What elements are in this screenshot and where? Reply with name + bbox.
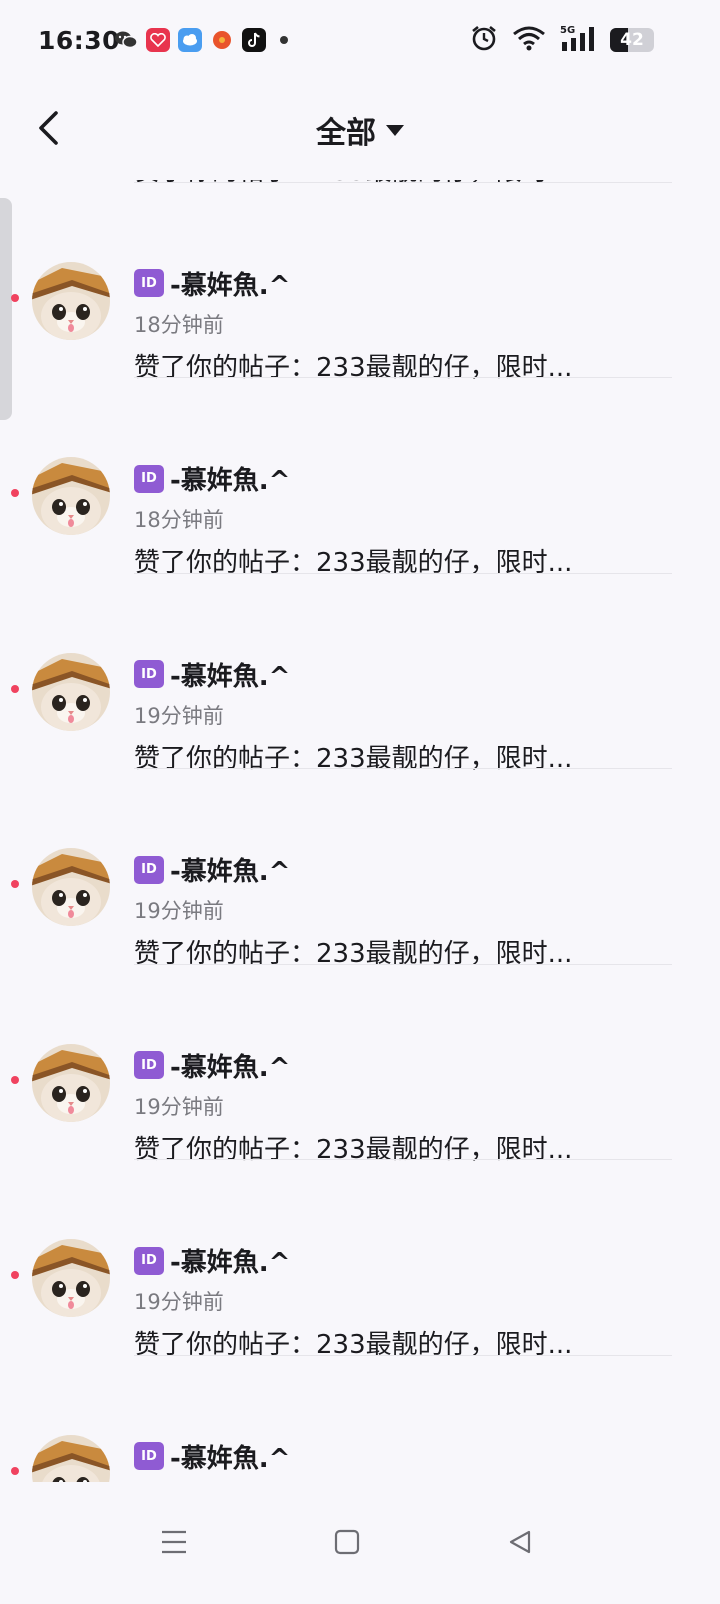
avatar[interactable] <box>32 457 110 535</box>
notification-item[interactable]: ID -慕姩魚.^ 19分钟前 赞了你的帖子：233最靓的仔，限时... <box>0 1160 720 1360</box>
id-badge-icon: ID <box>134 269 164 297</box>
time-ago: 19分钟前 <box>134 703 224 728</box>
unread-dot <box>11 684 19 693</box>
unread-dot <box>11 293 19 302</box>
filter-dropdown[interactable]: 全部 <box>316 108 404 152</box>
time-ago: 19分钟前 <box>134 899 224 923</box>
notification-list-content: ID-慕姩魚.^赞了你的帖子：233最靓的仔，限时...ID-慕姩魚.^18分钟… <box>0 180 720 1482</box>
user-name: -慕姩魚.^ <box>170 857 291 887</box>
avatar[interactable] <box>32 1434 110 1482</box>
wechat-icon <box>114 28 138 52</box>
notification-item[interactable]: ID -慕姩魚.^ 19分钟前 赞了你的帖子：233最靓的仔，限时... <box>0 769 720 969</box>
blue-app-icon <box>178 28 202 52</box>
unread-dot <box>11 489 19 497</box>
user-name-row[interactable]: ID -慕姩魚.^ <box>134 851 290 888</box>
avatar[interactable] <box>32 261 110 340</box>
home-button[interactable] <box>325 1520 369 1564</box>
user-name-row[interactable]: ID -慕姩魚.^ <box>134 1438 290 1475</box>
svg-text:5G: 5G <box>560 25 575 36</box>
avatar[interactable] <box>32 652 110 731</box>
id-badge-icon: ID <box>134 855 164 884</box>
status-bar: 16:30 5G 42 <box>0 0 720 80</box>
back-triangle-icon <box>509 1530 531 1554</box>
notification-list[interactable]: ID-慕姩魚.^赞了你的帖子：233最靓的仔，限时...ID-慕姩魚.^18分钟… <box>0 180 720 1482</box>
alarm-icon <box>470 24 498 56</box>
unread-dot <box>11 1271 19 1279</box>
back-nav-button[interactable] <box>498 1520 542 1564</box>
title-wrap: 全部 <box>0 108 720 152</box>
user-name: -慕姩魚.^ <box>170 270 291 301</box>
header: 全部 <box>0 80 720 180</box>
id-badge-icon: ID <box>134 1246 164 1275</box>
system-icons: 5G <box>470 24 596 56</box>
time-ago: 19分钟前 <box>134 1290 224 1314</box>
notification-item[interactable]: ID -慕姩魚.^ <box>0 1356 720 1482</box>
user-name-row[interactable]: ID -慕姩魚.^ <box>134 1242 290 1279</box>
system-nav-bar <box>0 1482 720 1604</box>
battery-level: 42 <box>620 30 644 50</box>
tiktok-icon <box>242 28 266 52</box>
notification-icons <box>114 28 288 52</box>
user-name: -慕姩魚.^ <box>170 1443 291 1474</box>
user-name-row[interactable]: ID -慕姩魚.^ <box>134 656 290 693</box>
page-title: 全部 <box>316 116 376 151</box>
wifi-icon <box>512 25 546 55</box>
battery-indicator: 42 <box>610 28 654 52</box>
user-name-row[interactable]: ID -慕姩魚.^ <box>134 460 290 497</box>
user-name-row[interactable]: ID -慕姩魚.^ <box>134 1047 290 1084</box>
home-square-icon <box>334 1529 360 1555</box>
user-name: -慕姩魚.^ <box>170 1052 291 1083</box>
menu-button[interactable] <box>152 1520 196 1564</box>
avatar[interactable] <box>32 848 110 926</box>
red-app-icon <box>146 28 170 52</box>
avatar[interactable] <box>32 1043 110 1122</box>
user-name: -慕姩魚.^ <box>170 1248 291 1278</box>
notification-item[interactable]: ID -慕姩魚.^ 18分钟前 赞了你的帖子：233最靓的仔，限时... <box>0 378 720 578</box>
time-ago: 18分钟前 <box>134 508 224 532</box>
menu-icon <box>162 1530 186 1554</box>
notification-item[interactable]: ID -慕姩魚.^ 19分钟前 赞了你的帖子：233最靓的仔，限时... <box>0 965 720 1165</box>
id-badge-icon: ID <box>134 1442 164 1470</box>
user-name: -慕姩魚.^ <box>170 466 291 496</box>
unread-dot <box>11 880 19 888</box>
id-badge-icon: ID <box>134 1051 164 1079</box>
avatar[interactable] <box>32 1239 110 1317</box>
caret-down-icon <box>386 124 404 136</box>
user-name: -慕姩魚.^ <box>170 661 291 692</box>
unread-dot <box>11 1466 19 1475</box>
user-name-row[interactable]: ID -慕姩魚.^ <box>134 265 290 302</box>
status-time: 16:30 <box>38 26 121 55</box>
id-badge-icon: ID <box>134 660 164 688</box>
signal-5g-icon: 5G <box>560 24 596 56</box>
time-ago: 18分钟前 <box>134 312 224 337</box>
id-badge-icon: ID <box>134 464 164 493</box>
notification-item[interactable]: ID -慕姩魚.^ 18分钟前 赞了你的帖子：233最靓的仔，限时... <box>0 183 720 383</box>
more-notifications-dot <box>280 36 288 44</box>
time-ago: 19分钟前 <box>134 1094 224 1119</box>
unread-dot <box>11 1075 19 1084</box>
orange-app-icon <box>210 28 234 52</box>
notification-item[interactable]: ID -慕姩魚.^ 19分钟前 赞了你的帖子：233最靓的仔，限时... <box>0 574 720 774</box>
